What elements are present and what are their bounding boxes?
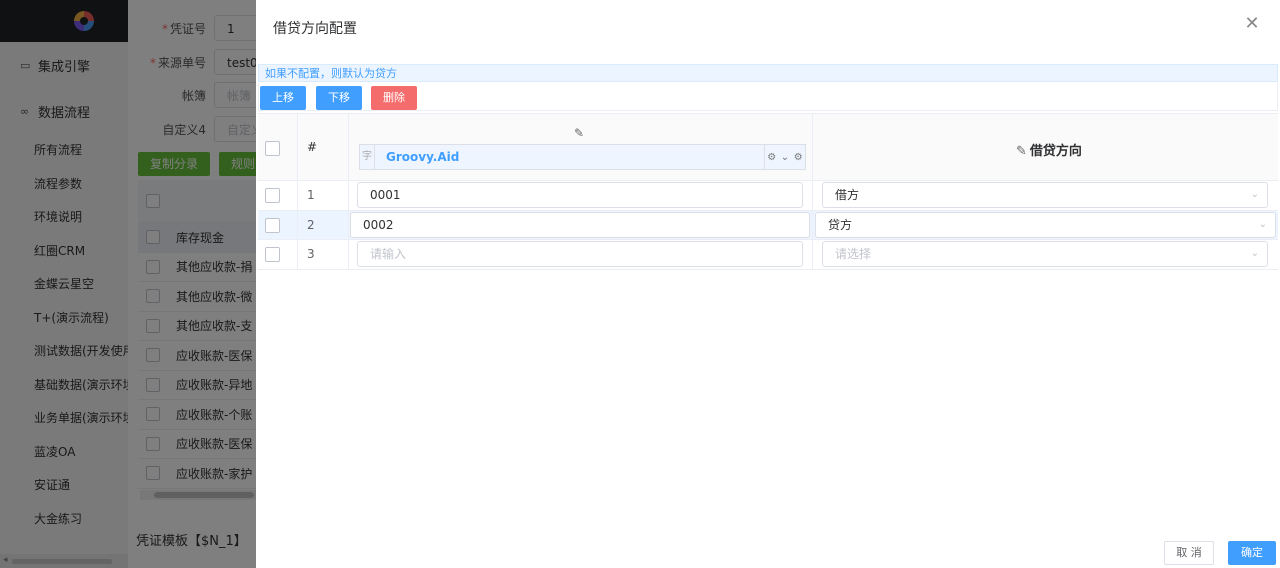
code-input[interactable]: 请输入 xyxy=(357,241,803,267)
direction-value: 贷方 xyxy=(828,217,853,232)
edit-icon[interactable]: ✎ xyxy=(1016,144,1027,159)
column-divider xyxy=(812,114,813,180)
direction-config-drawer: 借贷方向配置 ✕ 如果不配置，则默认为贷方 上移 下移 删除 # ✎ 字 Gro… xyxy=(256,0,1280,568)
table-row[interactable]: 3 请输入 请选择 ⌄ xyxy=(258,240,1278,270)
cancel-button[interactable]: 取 消 xyxy=(1164,541,1214,565)
direction-placeholder: 请选择 xyxy=(835,247,872,261)
column-divider xyxy=(812,181,813,210)
grid-toolbar: 上移 下移 删除 xyxy=(258,83,1278,111)
modal-mask[interactable] xyxy=(0,0,256,568)
column-divider xyxy=(297,181,298,210)
direction-grid: # ✎ 字 Groovy.Aid ⚙ ⌄ ⚙ ✎ 借贷方向 1 0001 借方 ⌄ xyxy=(258,113,1278,270)
column-divider xyxy=(297,240,298,269)
column-divider xyxy=(812,240,813,269)
chevron-down-icon[interactable]: ⌄ xyxy=(781,152,789,163)
delete-button[interactable]: 删除 xyxy=(371,86,417,110)
direction-select[interactable]: 借方 ⌄ xyxy=(822,182,1268,208)
column-divider xyxy=(348,181,349,210)
edit-icon[interactable]: ✎ xyxy=(574,126,584,140)
row-index: 3 xyxy=(307,247,315,261)
chevron-down-icon: ⌄ xyxy=(1258,218,1267,230)
code-input[interactable]: 0001 xyxy=(357,182,803,208)
move-up-button[interactable]: 上移 xyxy=(260,86,306,110)
move-down-button[interactable]: 下移 xyxy=(316,86,362,110)
settings-icon[interactable]: ⚙ xyxy=(794,152,803,163)
index-header: # xyxy=(307,140,318,154)
row-index: 1 xyxy=(307,188,315,202)
drawer-title: 借贷方向配置 xyxy=(273,21,357,37)
direction-select[interactable]: 贷方 ⌄ xyxy=(815,211,1276,238)
direction-header: ✎ 借贷方向 xyxy=(1016,144,1082,159)
row-checkbox[interactable] xyxy=(265,247,280,262)
code-input[interactable]: 0002 xyxy=(350,211,810,238)
select-all-checkbox[interactable] xyxy=(265,141,280,156)
column-divider xyxy=(297,210,298,239)
field-selector[interactable]: 字 Groovy.Aid ⚙ ⌄ ⚙ xyxy=(359,144,806,170)
row-checkbox[interactable] xyxy=(265,217,280,233)
drawer-footer: 取 消 确定 xyxy=(980,540,1280,566)
table-row[interactable]: 1 0001 借方 ⌄ xyxy=(258,181,1278,211)
confirm-button[interactable]: 确定 xyxy=(1228,541,1276,565)
column-divider xyxy=(297,114,298,180)
close-icon[interactable]: ✕ xyxy=(1242,14,1262,34)
table-row[interactable]: 2 0002 贷方 ⌄ xyxy=(258,210,1278,240)
chevron-down-icon: ⌄ xyxy=(1250,248,1259,259)
column-divider xyxy=(348,114,349,180)
field-name: Groovy.Aid xyxy=(386,150,460,164)
direction-select[interactable]: 请选择 ⌄ xyxy=(822,241,1268,267)
direction-value: 借方 xyxy=(835,188,860,202)
grid-header: # ✎ 字 Groovy.Aid ⚙ ⌄ ⚙ ✎ 借贷方向 xyxy=(258,114,1278,181)
column-divider xyxy=(348,240,349,269)
column-divider xyxy=(348,210,349,239)
row-index: 2 xyxy=(307,217,315,232)
chevron-down-icon: ⌄ xyxy=(1250,189,1259,200)
field-actions: ⚙ ⌄ ⚙ xyxy=(764,145,805,169)
column-divider xyxy=(812,210,813,239)
row-checkbox[interactable] xyxy=(265,188,280,203)
info-tip: 如果不配置，则默认为贷方 xyxy=(258,64,1278,82)
gear-icon[interactable]: ⚙ xyxy=(767,152,776,163)
text-type-icon: 字 xyxy=(360,145,375,169)
